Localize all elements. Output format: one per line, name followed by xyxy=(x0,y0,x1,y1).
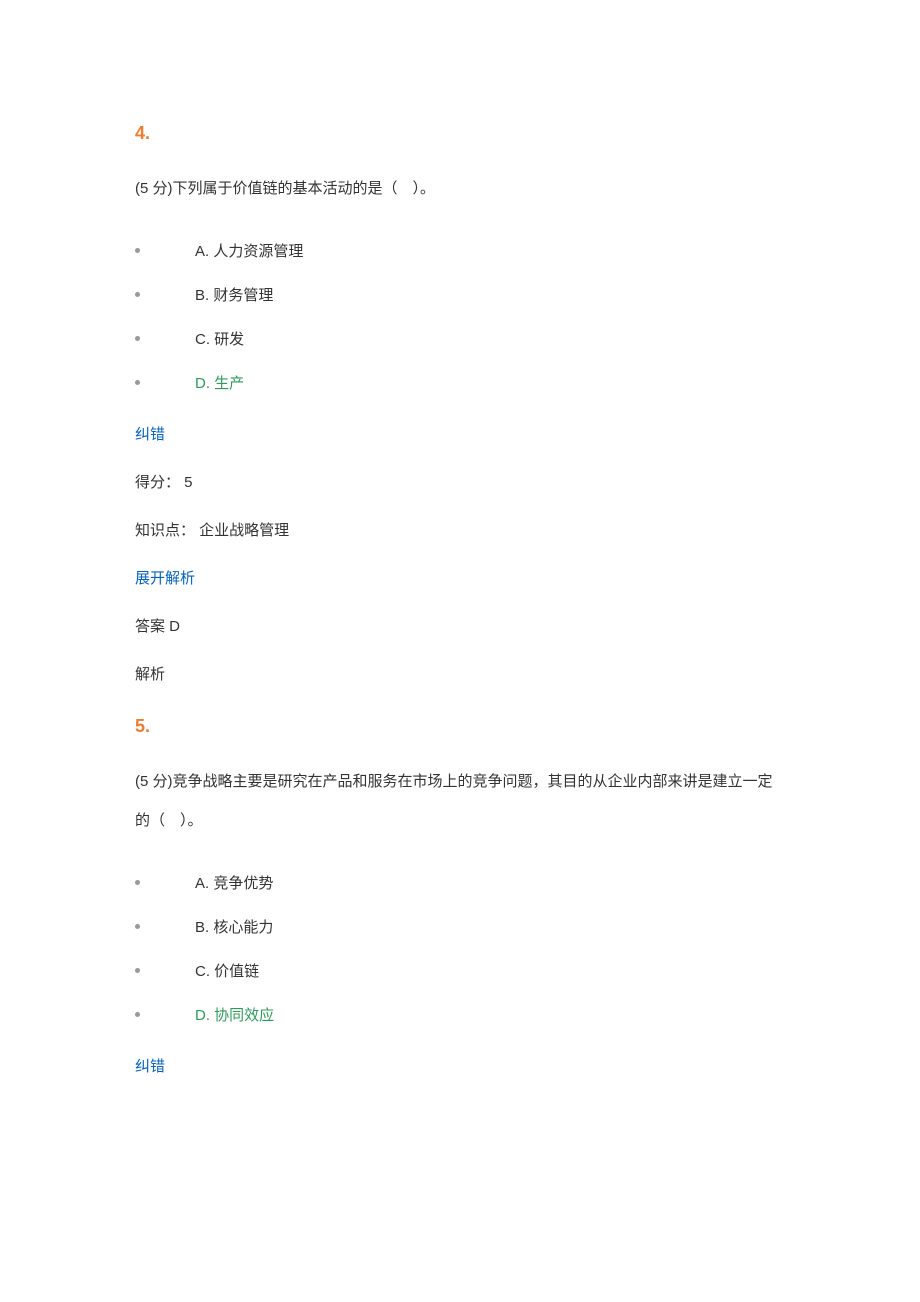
expand-analysis-link[interactable]: 展开解析 xyxy=(135,564,785,594)
option-d[interactable]: D. 协同效应 xyxy=(135,994,785,1038)
option-list: A. 竞争优势 B. 核心能力 C. 价值链 D. 协同效应 xyxy=(135,862,785,1038)
page: 4. (5 分)下列属于价值链的基本活动的是（ ）。 A. 人力资源管理 B. … xyxy=(0,0,920,1160)
option-d[interactable]: D. 生产 xyxy=(135,362,785,406)
option-list: A. 人力资源管理 B. 财务管理 C. 研发 D. 生产 xyxy=(135,230,785,406)
question-stem: (5 分)竞争战略主要是研究在产品和服务在市场上的竞争问题，其目的从企业内部来讲… xyxy=(135,762,785,840)
option-c[interactable]: C. 价值链 xyxy=(135,950,785,994)
option-a[interactable]: A. 竞争优势 xyxy=(135,862,785,906)
analysis-label: 解析 xyxy=(135,660,785,690)
question-number: 4. xyxy=(135,115,785,151)
option-b[interactable]: B. 财务管理 xyxy=(135,274,785,318)
option-c[interactable]: C. 研发 xyxy=(135,318,785,362)
question-number: 5. xyxy=(135,708,785,744)
question-block-5: 5. (5 分)竞争战略主要是研究在产品和服务在市场上的竞争问题，其目的从企业内… xyxy=(135,708,785,1082)
score-line: 得分： 5 xyxy=(135,468,785,498)
option-b[interactable]: B. 核心能力 xyxy=(135,906,785,950)
correction-link[interactable]: 纠错 xyxy=(135,1052,785,1082)
knowledge-point: 知识点： 企业战略管理 xyxy=(135,516,785,546)
correction-link[interactable]: 纠错 xyxy=(135,420,785,450)
option-a[interactable]: A. 人力资源管理 xyxy=(135,230,785,274)
question-block-4: 4. (5 分)下列属于价值链的基本活动的是（ ）。 A. 人力资源管理 B. … xyxy=(135,115,785,690)
answer-line: 答案 D xyxy=(135,612,785,642)
question-stem: (5 分)下列属于价值链的基本活动的是（ ）。 xyxy=(135,169,785,208)
